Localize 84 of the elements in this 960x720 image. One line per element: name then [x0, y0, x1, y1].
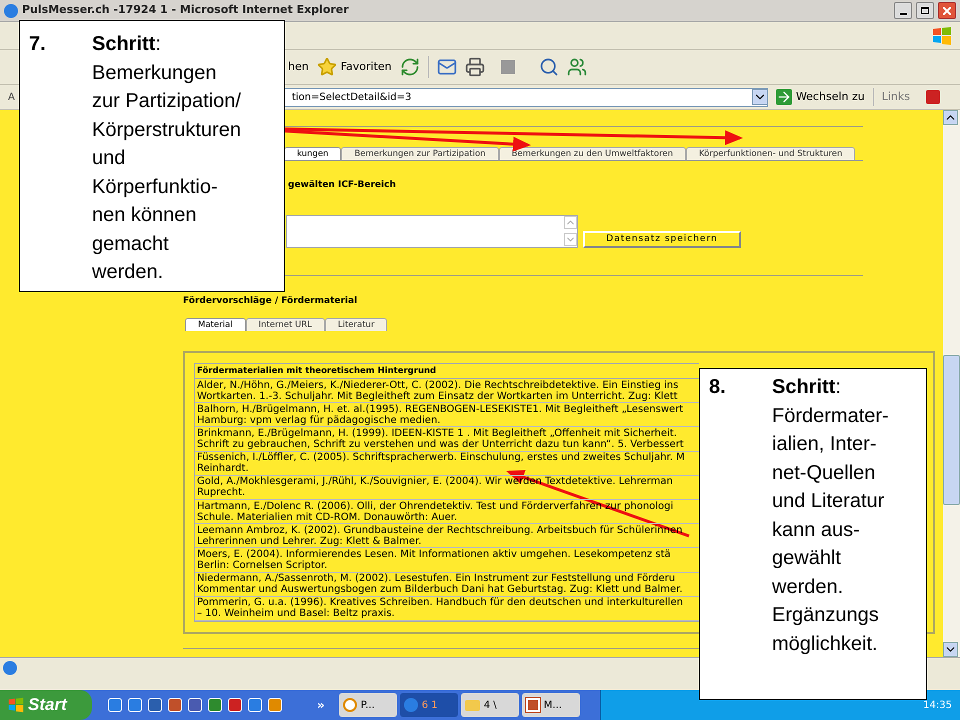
reference-text: Reinhardt. [197, 463, 250, 474]
page-icon [3, 661, 17, 675]
list-row[interactable]: Füssenich, I./Löffler, C. (2005). Schriftspracherwerb. Einschulung, erstes und zweites Schuljahr. M Reinhardt. [195, 452, 699, 476]
taskbar-button[interactable]: 6 1 [400, 693, 458, 717]
save-button[interactable]: Datensatz speichern [583, 230, 741, 248]
overflow-button[interactable]: » [317, 696, 325, 714]
tab[interactable]: kungen [284, 147, 342, 160]
search-button[interactable]: hen [288, 58, 309, 76]
star-icon [316, 57, 337, 77]
messenger-icon[interactable] [566, 57, 587, 77]
globe-icon [404, 698, 418, 712]
reference-text: Kommentar und Auswertungsbogen zum Bilderbuch Dani hat Geburtstag. Zug: Klett und Balmer. [197, 584, 684, 596]
address-label: A [8, 90, 15, 104]
slides-icon [526, 698, 540, 712]
reference-text: Niedermann, A./Sassenroth, M. (2002). Lesestufen. Ein Instrument zur Feststellung und Förderu [197, 573, 676, 584]
quick-launch-icon[interactable] [268, 698, 282, 712]
list-row[interactable]: Moers, E. (2004). Informierendes Lesen. Mit Informationen aktiv umgehen. Lesekompetenz stä Berlin: Cornelsen Scriptor. [195, 548, 699, 572]
quick-launch-icon[interactable] [208, 698, 222, 712]
clock: 14:35 [923, 698, 952, 712]
reference-text: Ruprecht. [197, 487, 246, 498]
reference-text: Brinkmann, E./Brügelmann, H. (1999). IDEEN-KISTE 1 . Mit Begleitheft „Offenheit mit Sicherheit. [197, 428, 677, 439]
reference-text: Alder, N./Höhn, G./Meiers, K./Niederer-Ott, C. (2002). Die Rechtschreibdetektive. Ein Einstieg ins [197, 380, 680, 391]
quick-launch-icon[interactable] [188, 698, 202, 712]
minimize-button[interactable] [894, 2, 912, 19]
step-number: 7. [29, 32, 47, 57]
reference-text: Balhorn, H./Brügelmann, H. et. al.(1995). REGENBOGEN-LESEKISTE1. Mit Begleitheft „Lesenswert [197, 404, 684, 415]
quick-launch-icon[interactable] [168, 698, 182, 712]
maximize-button[interactable] [916, 2, 934, 19]
print-icon[interactable] [464, 57, 485, 77]
list-row[interactable]: Balhorn, H./Brügelmann, H. et. al.(1995). REGENBOGEN-LESEKISTE1. Mit Begleitheft „Lesenswert Hamburg: vpm verlag für pädagogische medien. [195, 403, 699, 428]
reference-text: Moers, E. (2004). Informierendes Lesen. Mit Informationen aktiv umgehen. Lesekompetenz stä [197, 548, 672, 560]
step-description: Fördermater- ialien, Inter- net-Quellen und Literatur kann aus- gewählt werden. Ergänzungs möglichkeit. [772, 404, 889, 656]
tab[interactable]: Literatur [324, 318, 388, 331]
window-title: PulsMesser.ch -17924 1 - Microsoft Internet Explorer [22, 2, 349, 18]
step-title: Schritt: [92, 32, 162, 57]
links-label[interactable]: Links [882, 88, 910, 106]
mail-icon[interactable] [436, 57, 457, 77]
reference-text: Berlin: Cornelsen Scriptor. [197, 560, 328, 571]
research-icon[interactable] [538, 57, 559, 77]
quick-launch-icon[interactable] [248, 698, 262, 712]
quick-launch-icon[interactable] [228, 698, 242, 712]
reference-text: Schrift zu gebrauchen, Schrift zu verstehen und was der Unterricht dazu tun kann“. 5. Verbessert [197, 438, 685, 450]
list-header: Fördermaterialien mit theoretischem Hintergrund [195, 364, 699, 379]
tab[interactable]: Körperfunktionen- und Strukturen [686, 147, 856, 160]
windows-logo-icon [8, 697, 24, 713]
tab[interactable]: Bemerkungen zur Partizipation [341, 147, 499, 160]
taskbar-button[interactable]: 4 \ [460, 693, 519, 717]
tab[interactable]: Internet URL [246, 318, 325, 331]
reference-text: Füssenich, I./Löffler, C. (2005). Schriftspracherwerb. Einschulung, erstes und zweites Schuljahr. M [197, 452, 686, 464]
list-row[interactable]: Niedermann, A./Sassenroth, M. (2002). Lesestufen. Ein Instrument zur Feststellung und Förderu Kommentar und Auswertungsbogen zum Bilderbuch Dani hat Geburtstag. Zug: Klett und Balmer. [195, 572, 699, 597]
windows-logo-icon [932, 26, 952, 44]
clock-icon [342, 698, 357, 712]
reference-text: Pommerin, G. u.a. (1996). Kreatives Schreiben. Handbuch für den deutschen und interkulturellen [197, 597, 684, 608]
list-row[interactable]: Pommerin, G. u.a. (1996). Kreatives Schreiben. Handbuch für den deutschen und interkulturellen – 10. Weinheim und Basel: Beltz praxis. [195, 596, 699, 621]
list-row[interactable]: Alder, N./Höhn, G./Meiers, K./Niederer-Ott, C. (2002). Die Rechtschreibdetektive. Ein Einstieg ins Wortkarten. 1.-3. Schuljahr. Mit Begleitheft zum Einsatz der Wortkarten im Unterricht. Zug: Klett [195, 379, 699, 404]
start-button[interactable]: Start [0, 690, 92, 720]
browser-icon [4, 4, 18, 18]
history-icon[interactable] [400, 57, 420, 77]
quick-launch-icon[interactable] [148, 698, 162, 712]
reference-text: Schule. Materialien mit CD-ROM. Donauwörth: Auer. [197, 512, 458, 523]
go-button[interactable]: Wechseln zu [776, 88, 865, 106]
quick-launch-icon[interactable] [108, 698, 122, 712]
taskbar-button[interactable]: M... [522, 693, 580, 717]
close-button[interactable] [938, 2, 956, 19]
reference-text: Lehrerinnen und Lehrer. Zug: Klett & Balmer. [197, 536, 422, 547]
scrollbar[interactable] [943, 110, 960, 657]
scroll-down-icon[interactable] [943, 642, 958, 657]
scroll-up-icon[interactable] [943, 110, 958, 125]
taskbar-button[interactable]: P... [338, 693, 397, 717]
material-heading: Fördervorschläge / Fördermaterial [183, 294, 358, 308]
tab[interactable]: Bemerkungen zu den Umweltfaktoren [498, 147, 686, 160]
tab[interactable]: Material [185, 318, 246, 331]
step-number: 8. [709, 375, 727, 400]
list-row[interactable]: Brinkmann, E./Brügelmann, H. (1999). IDEEN-KISTE 1 . Mit Begleitheft „Offenheit mit Sicherheit. Schrift zu gebrauchen, Schrift zu verstehen und was der Unterricht dazu tun kann“. 5. Verbessert [195, 427, 699, 452]
quick-launch-icon[interactable] [128, 698, 142, 712]
step-title: Schritt: [772, 375, 842, 400]
dropdown-icon[interactable] [752, 89, 768, 105]
reference-text: – 10. Weinheim und Basel: Beltz praxis. [197, 608, 396, 620]
close-icon [943, 6, 951, 14]
reference-text: Hamburg: vpm verlag für pädagogische medien. [197, 414, 442, 426]
reference-text: Wortkarten. 1.-3. Schuljahr. Mit Begleitheft zum Einsatz der Wortkarten im Unterricht. Zug: Klett [197, 390, 679, 402]
arrow-right-icon [776, 89, 792, 105]
favorites-button[interactable]: Favoriten [316, 57, 392, 77]
folder-icon [464, 700, 480, 710]
